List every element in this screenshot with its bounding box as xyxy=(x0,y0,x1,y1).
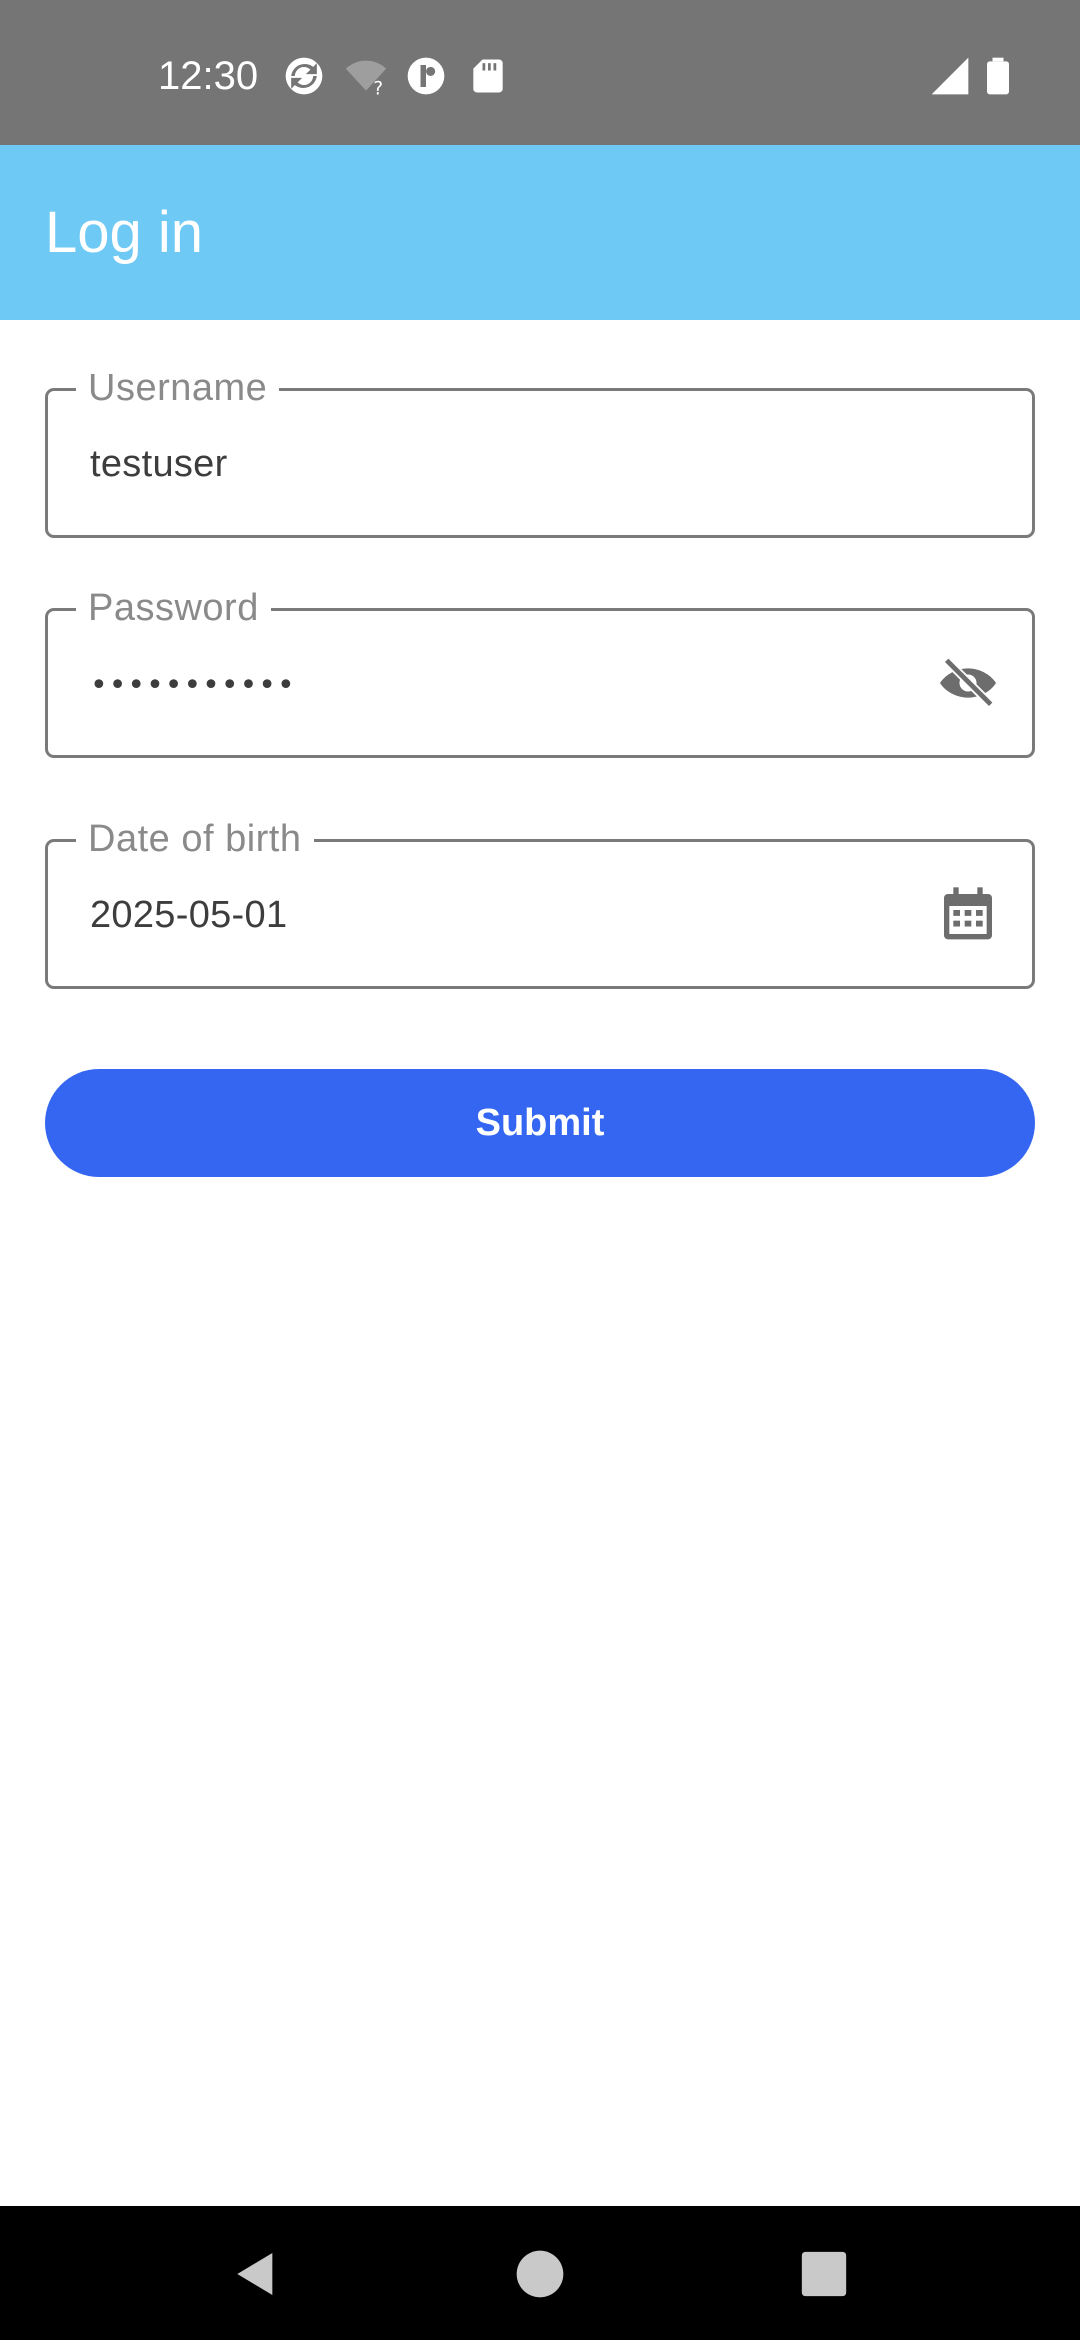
cell-signal-icon xyxy=(928,54,972,98)
password-field[interactable]: Password ••••••••••• xyxy=(45,586,1035,758)
app-notification-icon xyxy=(404,54,448,98)
date-of-birth-value: 2025-05-01 xyxy=(90,894,288,936)
status-time: 12:30 xyxy=(158,54,259,98)
password-value: ••••••••••• xyxy=(90,668,296,703)
username-label: Username xyxy=(76,366,280,410)
wifi-unknown-icon: ? xyxy=(344,54,388,98)
svg-text:?: ? xyxy=(373,78,383,98)
back-icon[interactable] xyxy=(228,2246,284,2302)
battery-icon xyxy=(976,54,1020,98)
date-of-birth-field[interactable]: Date of birth 2025-05-01 xyxy=(45,817,1035,989)
calendar-icon[interactable] xyxy=(936,882,1000,946)
home-icon[interactable] xyxy=(512,2246,568,2302)
sd-card-icon xyxy=(466,54,510,98)
visibility-off-icon[interactable] xyxy=(936,651,1000,715)
recents-icon[interactable] xyxy=(796,2246,852,2302)
navigation-bar xyxy=(0,2206,1080,2340)
submit-button[interactable]: Submit xyxy=(45,1069,1035,1177)
status-bar: 12:30 ? xyxy=(0,0,1080,145)
password-label: Password xyxy=(76,586,271,630)
app-bar: Log in xyxy=(0,145,1080,320)
date-of-birth-label: Date of birth xyxy=(76,817,314,861)
sync-icon xyxy=(282,54,326,98)
page-title: Log in xyxy=(45,200,204,265)
username-value: testuser xyxy=(90,443,228,485)
username-field[interactable]: Username testuser xyxy=(45,366,1035,538)
